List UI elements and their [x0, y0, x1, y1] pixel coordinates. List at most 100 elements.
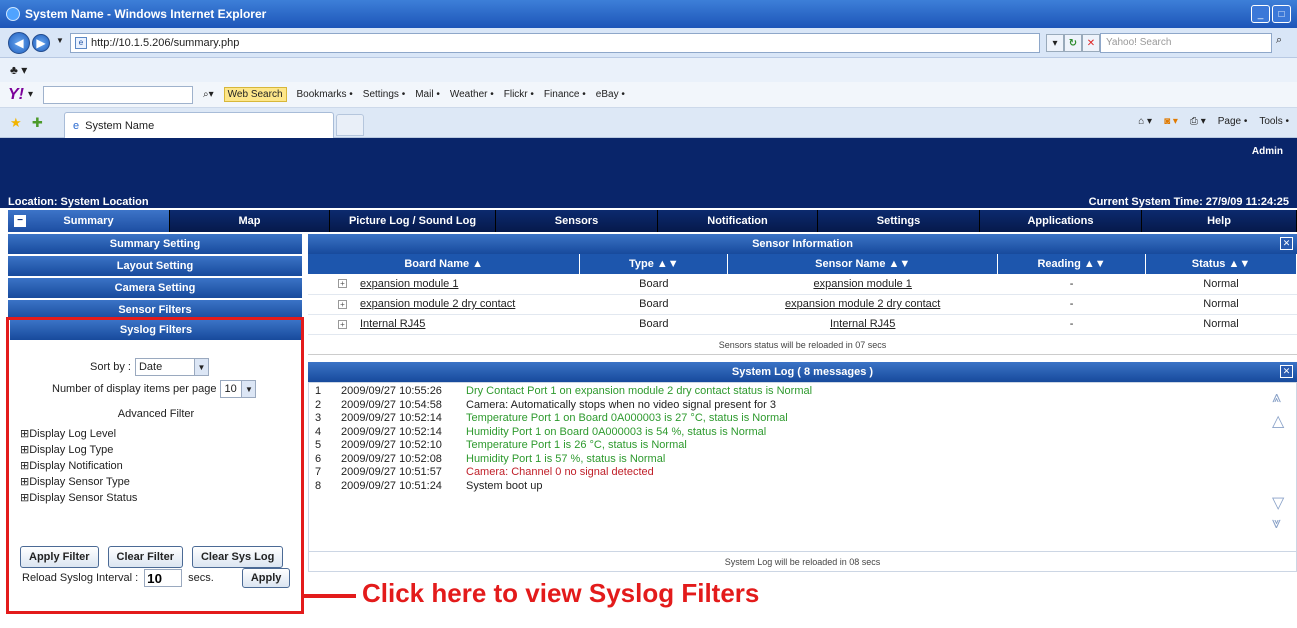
url-text: http://10.1.5.206/summary.php — [91, 37, 240, 49]
summary-setting-button[interactable]: Summary Setting — [8, 234, 302, 254]
camera-setting-button[interactable]: Camera Setting — [8, 278, 302, 298]
toolbar-item-mail[interactable]: Mail • — [415, 89, 440, 100]
toolbar-item-settings[interactable]: Settings • — [363, 89, 405, 100]
log-message: Temperature Port 1 is 26 °C, status is N… — [466, 439, 687, 451]
tools-menu[interactable]: Tools • — [1259, 116, 1289, 127]
log-entry: 7 2009/09/27 10:51:57 Camera: Channel 0 no… — [309, 466, 1296, 480]
toolbar-item-ebay[interactable]: eBay • — [596, 89, 625, 100]
sensor-reload-note: Sensors status will be reloaded in 07 se… — [308, 334, 1297, 355]
log-number: 3 — [315, 412, 322, 424]
log-time: 2009/09/27 10:52:10 — [341, 439, 442, 451]
add-favorite-icon[interactable]: ✚ — [32, 115, 43, 131]
layout-setting-button[interactable]: Layout Setting — [8, 256, 302, 276]
search-input[interactable]: Yahoo! Search — [1100, 33, 1272, 53]
sensor-info-header: Sensor Information ✕ — [308, 234, 1297, 254]
feeds-icon[interactable]: ◙ ▾ — [1164, 116, 1178, 127]
callout-line — [304, 594, 356, 598]
yahoo-search-input[interactable] — [43, 85, 194, 104]
forward-button[interactable]: ▶ — [32, 34, 50, 52]
addon-icon[interactable]: ♣ ▾ — [10, 63, 27, 77]
toolbar-item-weather[interactable]: Weather • — [450, 89, 494, 100]
stop-icon[interactable]: ✕ — [1082, 34, 1100, 52]
log-message: Dry Contact Port 1 on expansion module 2… — [466, 385, 813, 397]
minimize-button[interactable]: _ — [1251, 5, 1270, 23]
board-link[interactable]: expansion module 2 dry contact — [360, 298, 515, 310]
url-input[interactable]: e http://10.1.5.206/summary.php — [70, 33, 1040, 53]
tab-help[interactable]: Help — [1142, 210, 1297, 232]
log-message: Humidity Port 1 on Board 0A000003 is 54 … — [466, 425, 767, 438]
yahoo-logo-icon[interactable]: Y! — [8, 86, 24, 104]
log-number: 1 — [315, 385, 322, 397]
tab-sensors[interactable]: Sensors — [496, 210, 658, 232]
scroll-down-icon[interactable]: ▽ — [1272, 493, 1284, 513]
collapse-icon[interactable]: − — [14, 215, 26, 227]
address-bar: ◀ ▶ ▼ e http://10.1.5.206/summary.php ▾ … — [0, 28, 1297, 58]
tab-title: System Name — [85, 119, 155, 132]
tab-notification[interactable]: Notification — [658, 210, 818, 232]
col-status[interactable]: Status ▲▼ — [1145, 254, 1297, 274]
reading-cell: - — [997, 294, 1146, 315]
close-icon[interactable]: ✕ — [1280, 365, 1293, 378]
sensor-information-panel: Sensor Information ✕ Board Name ▲ Type ▲… — [308, 234, 1297, 355]
sensor-link[interactable]: expansion module 1 — [727, 274, 998, 295]
scroll-top-icon[interactable]: ⩓ — [1272, 389, 1281, 407]
maximize-button[interactable]: □ — [1272, 5, 1291, 23]
reading-cell: - — [997, 314, 1146, 335]
toolbar-item-finance[interactable]: Finance • — [544, 89, 586, 100]
page-icon: e — [75, 37, 87, 49]
browser-tab-active[interactable]: e System Name — [64, 112, 334, 138]
web-search-button[interactable]: Web Search — [223, 87, 287, 102]
highlight-box — [6, 317, 304, 614]
col-board-name[interactable]: Board Name ▲ — [308, 254, 581, 274]
expand-icon[interactable]: + — [338, 319, 347, 329]
user-name[interactable]: Admin — [1252, 146, 1283, 157]
toolbar-item-bookmarks[interactable]: Bookmarks • — [297, 89, 353, 100]
log-entry: 6 2009/09/27 10:52:08 Humidity Port 1 is 5… — [309, 453, 1296, 467]
tab-picture-sound-log[interactable]: Picture Log / Sound Log — [330, 210, 496, 232]
board-link[interactable]: expansion module 1 — [360, 278, 458, 290]
main-nav-tabs: − Summary Map Picture Log / Sound Log Se… — [8, 210, 1297, 232]
system-log-header: System Log ( 8 messages ) ✕ — [308, 362, 1297, 382]
window-titlebar: System Name - Windows Internet Explorer … — [0, 0, 1297, 28]
tab-applications[interactable]: Applications — [980, 210, 1142, 232]
system-log-panel: System Log ( 8 messages ) ✕ ⩓ △ ▽ ⩔ 1 200… — [308, 362, 1297, 572]
history-dropdown-icon[interactable]: ▼ — [56, 36, 64, 45]
col-reading[interactable]: Reading ▲▼ — [997, 254, 1147, 274]
new-tab-button[interactable] — [336, 114, 364, 136]
status-cell: Normal — [1145, 314, 1297, 335]
home-icon[interactable]: ⌂ ▾ — [1138, 116, 1152, 127]
tab-summary[interactable]: − Summary — [8, 210, 170, 232]
tab-map[interactable]: Map — [170, 210, 330, 232]
yahoo-dropdown-icon[interactable]: ▾ — [28, 89, 33, 100]
reading-cell: - — [997, 274, 1146, 295]
tab-settings[interactable]: Settings — [818, 210, 980, 232]
col-type[interactable]: Type ▲▼ — [579, 254, 729, 274]
page-menu[interactable]: Page • — [1218, 116, 1248, 127]
expand-icon[interactable]: + — [338, 299, 347, 309]
back-button[interactable]: ◀ — [8, 32, 30, 54]
expand-icon[interactable]: + — [338, 279, 347, 288]
board-link[interactable]: Internal RJ45 — [360, 318, 425, 330]
sensor-link[interactable]: expansion module 2 dry contact — [727, 294, 998, 315]
log-number: 2 — [315, 398, 322, 411]
print-icon[interactable]: ⎙ ▾ — [1190, 116, 1206, 127]
sensor-link[interactable]: Internal RJ45 — [727, 314, 998, 335]
scroll-up-icon[interactable]: △ — [1272, 411, 1284, 431]
address-dropdown-icon[interactable]: ▾ — [1046, 34, 1064, 52]
refresh-icon[interactable]: ↻ — [1064, 34, 1082, 52]
close-icon[interactable]: ✕ — [1280, 237, 1293, 250]
log-scroll: ⩓ △ ▽ ⩔ — [1272, 383, 1290, 551]
log-entry: 1 2009/09/27 10:55:26 Dry Contact Port 1 o… — [309, 385, 1296, 399]
log-entry: 3 2009/09/27 10:52:14 Temperature Port 1 o… — [309, 412, 1296, 426]
ie-logo-icon — [6, 7, 20, 21]
col-sensor-name[interactable]: Sensor Name ▲▼ — [727, 254, 999, 274]
type-cell: Board — [579, 274, 728, 295]
search-icon[interactable]: ⌕▾ — [203, 89, 214, 100]
search-icon[interactable]: ⌕ — [1276, 34, 1292, 52]
log-entry: 5 2009/09/27 10:52:10 Temperature Port 1 i… — [309, 439, 1296, 453]
log-list: ⩓ △ ▽ ⩔ 1 2009/09/27 10:55:26 Dry Contact … — [308, 382, 1297, 552]
favorites-star-icon[interactable]: ★ — [10, 115, 22, 131]
scroll-bottom-icon[interactable]: ⩔ — [1272, 515, 1281, 533]
table-row: + expansion module 1 Board expansion modu… — [308, 274, 1297, 295]
toolbar-item-flickr[interactable]: Flickr • — [504, 89, 534, 100]
